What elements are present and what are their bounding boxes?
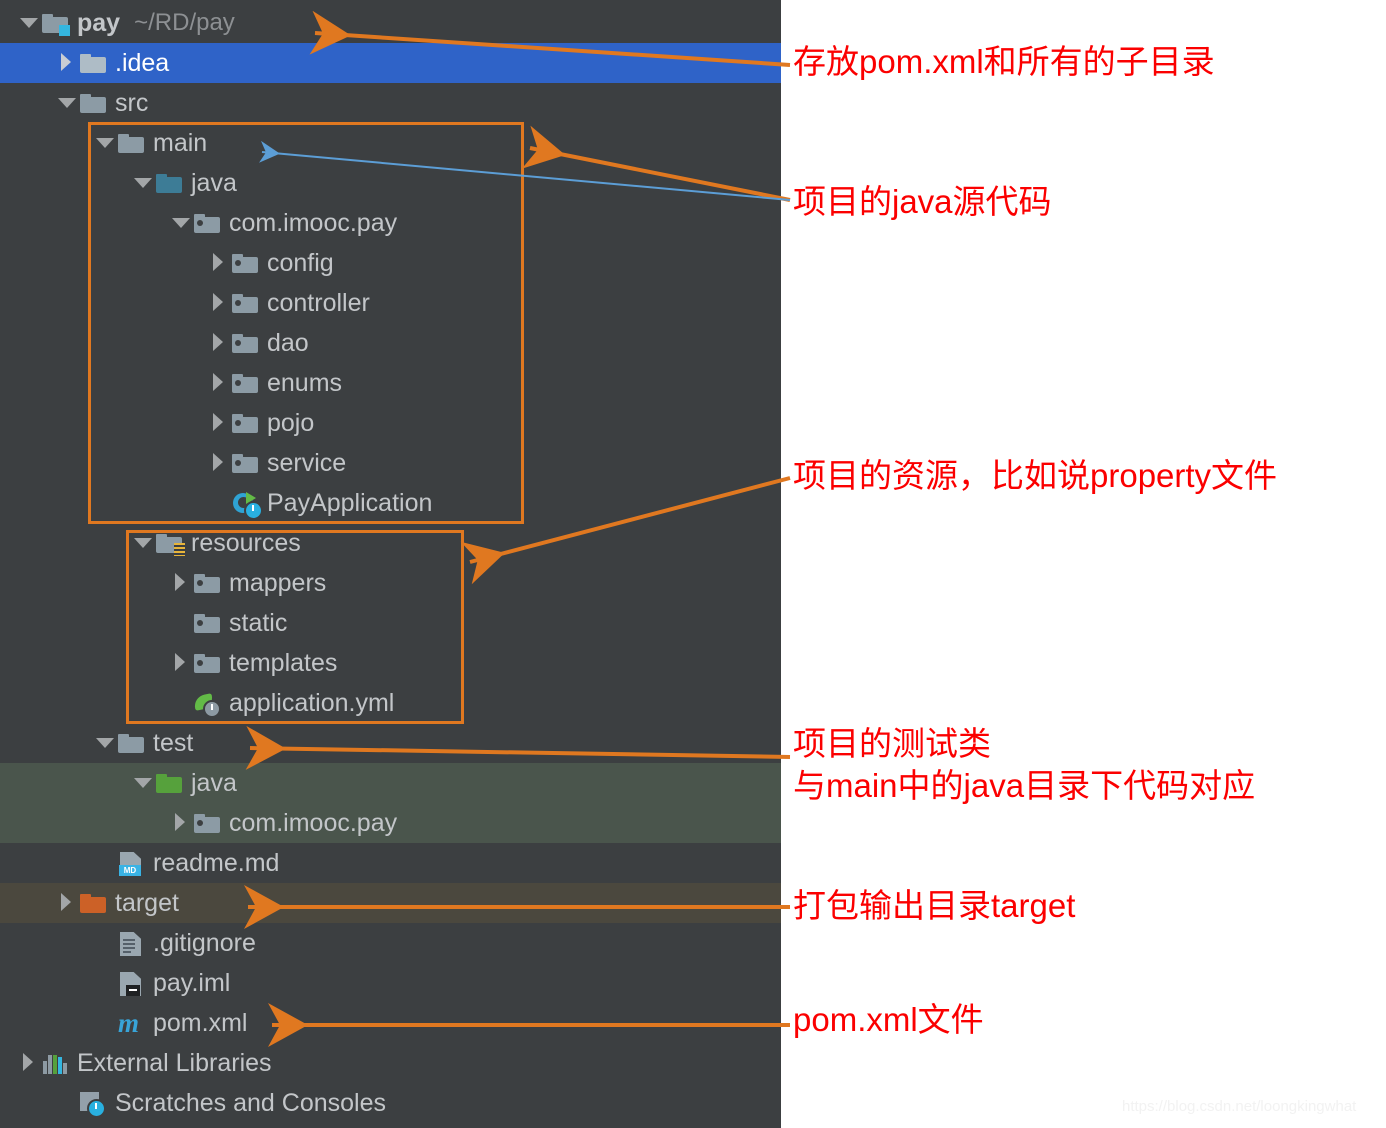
chevron-down-icon[interactable]	[94, 732, 116, 754]
test-source-folder-icon	[154, 770, 184, 796]
folder-icon	[78, 50, 108, 76]
tree-row-label: .gitignore	[153, 928, 256, 957]
callout-box-resources	[126, 530, 464, 724]
tree-row-test[interactable]: test	[0, 723, 781, 763]
tree-row-label: target	[115, 888, 179, 917]
chevron-down-icon[interactable]	[132, 772, 154, 794]
twisty-placeholder	[56, 1092, 78, 1114]
maven-file-icon: m	[118, 1008, 140, 1038]
tree-row-label: Scratches and Consoles	[115, 1088, 386, 1117]
scratches-icon	[78, 1090, 108, 1118]
tree-row-label: pom.xml	[153, 1008, 248, 1037]
annotation-root: 存放pom.xml和所有的子目录	[793, 43, 1215, 80]
chevron-down-icon[interactable]	[56, 92, 78, 114]
annotation-main: 项目的java源代码	[793, 183, 1052, 220]
libraries-icon	[40, 1050, 70, 1076]
tree-row-path: ~/RD/pay	[134, 9, 235, 36]
tree-row-pom-xml[interactable]: m pom.xml	[0, 1003, 781, 1043]
tree-row-pay[interactable]: pay ~/RD/pay	[0, 3, 781, 43]
tree-row-label: java	[191, 768, 237, 797]
tree-row-target[interactable]: target	[0, 883, 781, 923]
tree-row-java[interactable]: java	[0, 763, 781, 803]
tree-row-label: pay.iml	[153, 968, 231, 997]
chevron-down-icon[interactable]	[18, 12, 40, 34]
chevron-right-icon[interactable]	[18, 1052, 40, 1074]
folder-icon	[116, 730, 146, 756]
callout-box-main	[88, 122, 524, 524]
tree-row-label: pay	[77, 8, 121, 37]
annotation-target: 打包输出目录target	[793, 887, 1076, 924]
twisty-placeholder	[94, 1012, 116, 1034]
tree-row-src[interactable]: src	[0, 83, 781, 123]
tree-row-com-imooc-pay[interactable]: com.imooc.pay	[0, 803, 781, 843]
annotation-test-line1: 项目的测试类	[793, 725, 991, 762]
chevron-right-icon[interactable]	[170, 812, 192, 834]
project-tree-panel: pay ~/RD/pay .idea src main java com.imooc.pay…	[0, 0, 781, 1128]
twisty-placeholder	[94, 932, 116, 954]
chevron-right-icon[interactable]	[56, 52, 78, 74]
tree-row-label: com.imooc.pay	[229, 808, 398, 837]
tree-row-label: test	[153, 728, 194, 757]
tree-row-readme-md[interactable]: MD readme.md	[0, 843, 781, 883]
package-icon	[192, 810, 222, 836]
folder-icon	[78, 90, 108, 116]
tree-row-label: readme.md	[153, 848, 280, 877]
watermark: https://blog.csdn.net/loongkingwhat	[1122, 1098, 1357, 1115]
source-root-folder-icon	[40, 10, 70, 36]
tree-row-pay-iml[interactable]: pay.iml	[0, 963, 781, 1003]
annotation-test-line2: 与main中的java目录下代码对应	[793, 767, 1256, 804]
tree-row-external-libraries[interactable]: External Libraries	[0, 1043, 781, 1083]
tree-row--idea[interactable]: .idea	[0, 43, 781, 83]
module-file-icon	[116, 970, 146, 996]
text-file-icon	[116, 930, 146, 956]
source-root-badge-icon	[59, 25, 70, 36]
chevron-right-icon[interactable]	[56, 892, 78, 914]
tree-row-label: .idea	[115, 48, 170, 77]
tree-row-label: External Libraries	[77, 1048, 272, 1077]
markdown-file-icon: MD	[116, 850, 146, 876]
annotation-resources: 项目的资源，比如说property文件	[793, 457, 1278, 494]
twisty-placeholder	[94, 972, 116, 994]
tree-row-scratches-and-consoles[interactable]: Scratches and Consoles	[0, 1083, 781, 1123]
tree-row--gitignore[interactable]: .gitignore	[0, 923, 781, 963]
twisty-placeholder	[94, 852, 116, 874]
annotation-pom: pom.xml文件	[793, 1001, 984, 1038]
tree-row-label: src	[115, 88, 149, 117]
excluded-folder-icon	[78, 890, 108, 916]
